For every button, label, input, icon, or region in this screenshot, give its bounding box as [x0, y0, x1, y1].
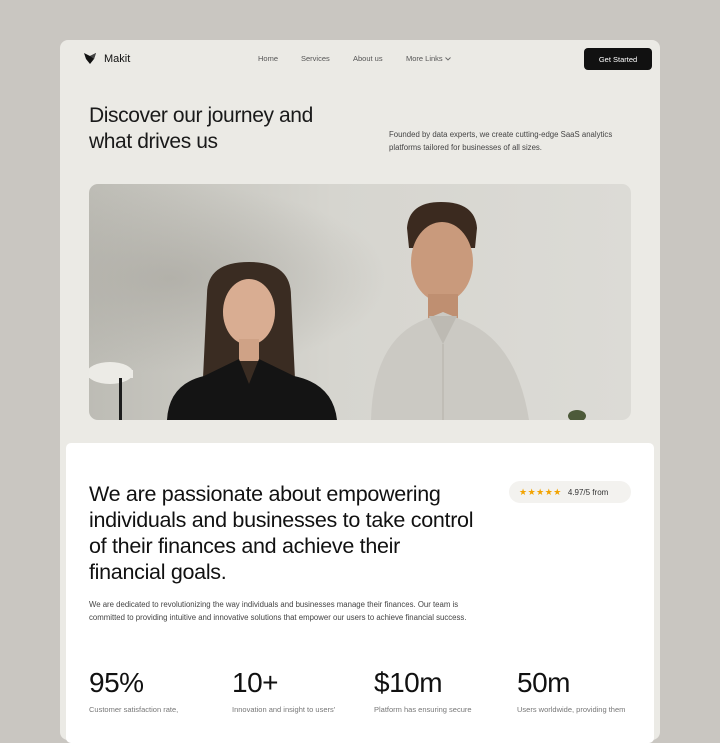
stat-description: Customer satisfaction rate,: [89, 705, 179, 714]
stat-description: Platform has ensuring secure: [374, 705, 472, 714]
get-started-button[interactable]: Get Started: [584, 48, 652, 70]
brand-logo[interactable]: Makit: [83, 52, 130, 65]
stat-value: $10m: [374, 667, 443, 698]
star-icons: ★★★★★: [519, 486, 562, 497]
rating-text: 4.97/5 from: [567, 487, 609, 497]
nav-link-about-us[interactable]: About us: [353, 54, 383, 63]
hero-description: Founded by data experts, we create cutti…: [389, 130, 613, 152]
about-headline: We are passionate about empowering indiv…: [89, 482, 474, 584]
stat-value: 10+: [232, 667, 279, 698]
team-photo: [89, 184, 631, 420]
stat-value: 95%: [89, 667, 144, 698]
brand-name: Makit: [104, 52, 131, 65]
about-body: We are dedicated to revolutionizing the …: [89, 600, 467, 622]
about-panel: We are passionate about empowering indiv…: [66, 443, 654, 743]
nav-link-more-links[interactable]: More Links: [406, 54, 451, 63]
stat-users: 50m Users worldwide, providing them: [517, 668, 647, 716]
chevron-down-icon: [444, 57, 451, 61]
stat-innovation: 10+ Innovation and insight to users': [232, 668, 362, 716]
top-nav: Makit Home Services About us More Links …: [60, 40, 660, 78]
rating-badge: ★★★★★ 4.97/5 from: [509, 481, 631, 503]
more-links-label: More Links: [406, 54, 443, 63]
stat-description: Users worldwide, providing them: [517, 705, 626, 714]
stat-satisfaction: 95% Customer satisfaction rate,: [89, 668, 219, 716]
nav-link-home[interactable]: Home: [258, 54, 278, 63]
hero-title: Discover our journey and what drives us: [89, 104, 313, 153]
stat-description: Innovation and insight to users': [232, 705, 336, 714]
stat-value: 50m: [517, 667, 570, 698]
stat-platform: $10m Platform has ensuring secure: [374, 668, 504, 716]
nav-link-services[interactable]: Services: [301, 54, 330, 63]
logo-icon: [84, 53, 96, 64]
